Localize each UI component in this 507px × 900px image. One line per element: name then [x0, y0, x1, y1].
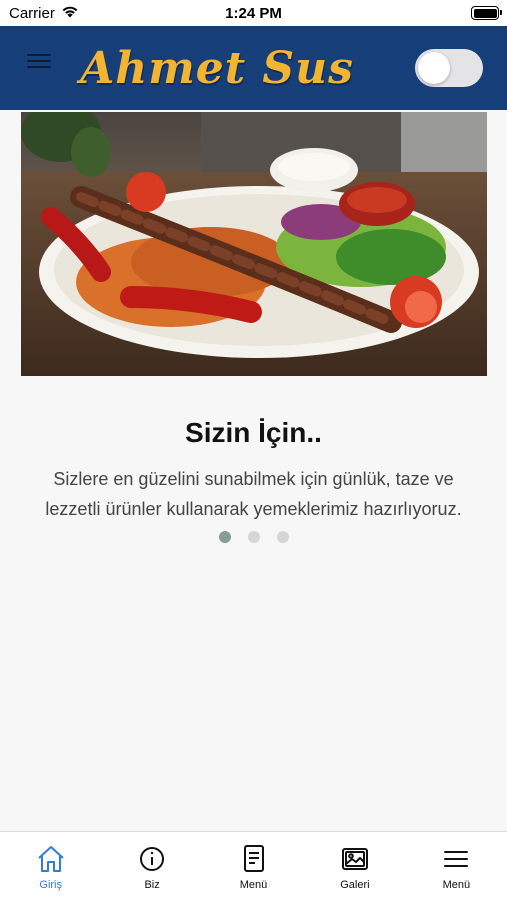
slide-title: Sizin İçin.. — [185, 417, 322, 448]
status-bar: Carrier 1:24 PM — [0, 0, 507, 26]
hero-food-image — [21, 112, 487, 376]
brand-logo: Ahmet Sus — [80, 42, 354, 94]
hamburger-menu-icon[interactable] — [27, 52, 51, 70]
tab-label: Giriş — [39, 879, 62, 891]
tab-more-menu[interactable]: Menü — [406, 832, 507, 900]
status-time: 1:24 PM — [225, 5, 282, 22]
carousel-pagination — [0, 531, 507, 545]
pagination-dot[interactable] — [247, 531, 260, 543]
tab-label: Galeri — [340, 879, 370, 891]
bottom-tab-bar: Giriş Biz Menü Galeri Menü — [0, 831, 507, 900]
home-icon — [35, 843, 67, 875]
document-icon — [238, 843, 270, 875]
pagination-dot-active[interactable] — [218, 531, 231, 543]
battery-icon — [471, 6, 502, 20]
tab-home[interactable]: Giriş — [0, 832, 101, 900]
toggle-knob — [418, 52, 450, 84]
pagination-dot[interactable] — [276, 531, 289, 543]
tab-gallery[interactable]: Galeri — [304, 832, 405, 900]
info-icon — [136, 843, 168, 875]
app-header: Ahmet Sus — [0, 26, 507, 110]
tab-label: Menü — [442, 879, 471, 891]
tab-label: Biz — [144, 879, 160, 891]
tab-menu[interactable]: Menü — [203, 832, 304, 900]
gallery-icon — [339, 843, 371, 875]
tab-label: Menü — [239, 879, 268, 891]
slide-description: Sizlere en güzelini sunabilmek için günl… — [45, 469, 462, 519]
dark-mode-toggle[interactable] — [415, 49, 483, 87]
hamburger-menu-icon — [440, 843, 472, 875]
tab-about[interactable]: Biz — [101, 832, 202, 900]
